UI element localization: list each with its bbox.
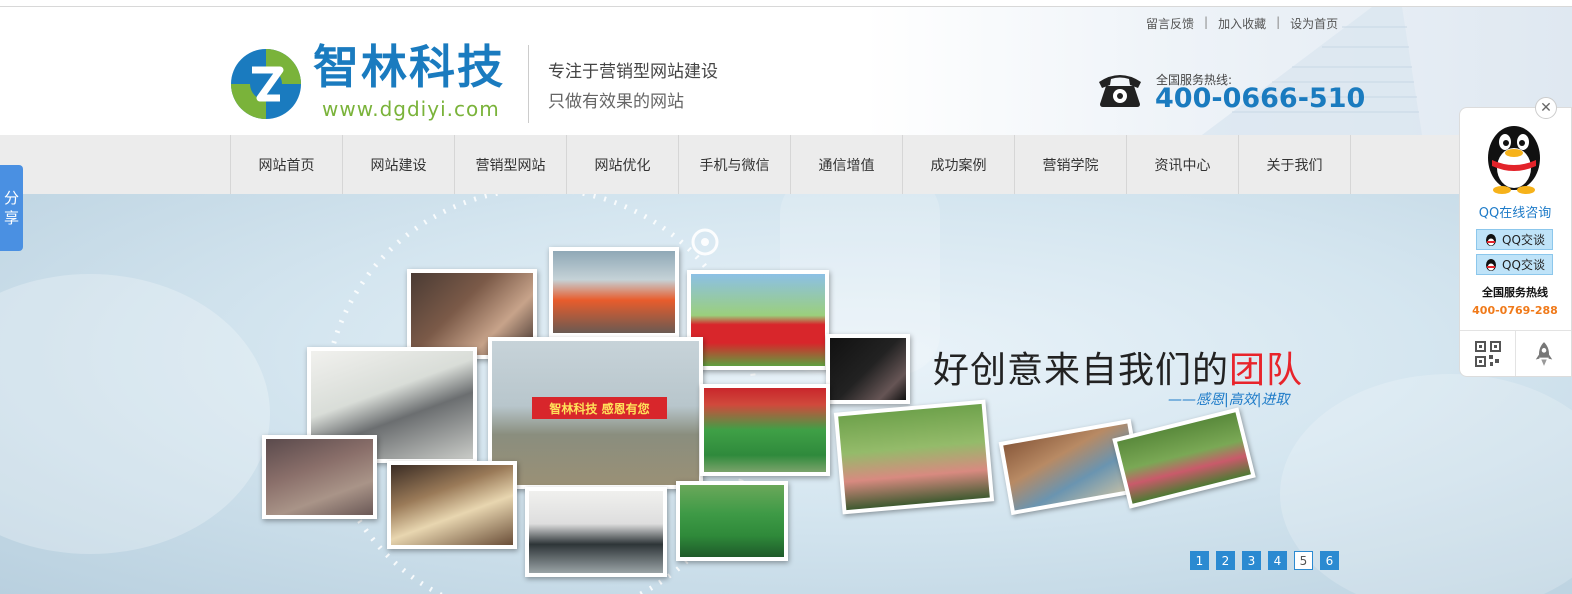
rocket-icon [1535,341,1552,366]
qq-mini-icon [1486,258,1497,271]
nav-item-marketing-site[interactable]: 营销型网站 [455,135,567,194]
feedback-link[interactable]: 留言反馈 [1146,15,1194,32]
logo-title[interactable]: 智林科技 [313,44,505,90]
team-photo [262,435,377,519]
qq-chat-button[interactable]: QQ交谈 [1476,229,1553,250]
qr-code-button[interactable] [1460,331,1516,376]
qq-hotline-number: 400-0769-288 [1472,304,1558,317]
banner-subline: ——感恩|高效|进取 [1168,392,1290,408]
nav-item-mobile-wechat[interactable]: 手机与微信 [679,135,791,194]
logo-mark-icon[interactable] [230,48,302,120]
team-photo [549,247,679,337]
qr-code-icon [1474,340,1501,367]
pager-button-3[interactable]: 3 [1242,551,1261,570]
back-to-top-button[interactable] [1516,331,1571,376]
team-photo [676,481,788,561]
slogan-line-2: 只做有效果的网站 [548,92,684,112]
add-favorite-link[interactable]: 加入收藏 [1218,15,1266,32]
nav-item-academy[interactable]: 营销学院 [1015,135,1127,194]
pager-button-2[interactable]: 2 [1216,551,1235,570]
nav-item-home[interactable]: 网站首页 [231,135,343,194]
share-tab[interactable]: 分 享 [0,165,23,251]
qq-hotline-label: 全国服务热线 [1482,286,1548,299]
team-photo-featured: 智林科技 感恩有您 [488,337,703,489]
qq-chat-button[interactable]: QQ交谈 [1476,254,1553,275]
qq-chat-label: QQ交谈 [1502,258,1545,272]
nav-item-about[interactable]: 关于我们 [1239,135,1351,194]
phone-icon [1099,75,1141,107]
hotline-number: 400-0666-510 [1155,83,1366,114]
team-photo [833,399,995,515]
nav-item-news[interactable]: 资讯中心 [1127,135,1239,194]
pager-button-4[interactable]: 4 [1268,551,1287,570]
close-icon[interactable]: ✕ [1535,97,1557,119]
top-links: 留言反馈 | 加入收藏 | 设为首页 [1146,15,1338,32]
headline-text: 好创意来自我们的 [933,350,1230,391]
site-header: 留言反馈 | 加入收藏 | 设为首页 智林科技 www.dgdiyi.com 专… [0,7,1572,135]
team-banner-flag: 智林科技 感恩有您 [532,397,667,419]
qq-mini-icon [1486,233,1497,246]
team-photo [525,487,667,577]
qq-bottom-tools [1460,330,1571,376]
qq-float-panel: QQ在线咨询 QQ交谈 QQ交谈 全国服务热线 400-0769-288 [1459,107,1572,377]
slide-pager: 1 2 3 4 5 6 [1190,551,1339,570]
nav-item-seo[interactable]: 网站优化 [567,135,679,194]
logo-url: www.dgdiyi.com [322,97,500,121]
main-nav: 网站首页 网站建设 营销型网站 网站优化 手机与微信 通信增值 成功案例 营销学… [0,135,1572,194]
pager-button-6[interactable]: 6 [1320,551,1339,570]
link-separator: | [1276,15,1281,29]
top-border [0,0,1572,7]
nav-item-website-building[interactable]: 网站建设 [343,135,455,194]
share-label-1: 分 [3,189,19,207]
banner-headline: 好创意来自我们的团队 [933,341,1303,393]
nav-item-cases[interactable]: 成功案例 [903,135,1015,194]
team-photo [826,334,910,404]
team-photo [700,384,830,476]
qq-chat-label: QQ交谈 [1502,233,1545,247]
headline-highlight: 团队 [1229,350,1304,391]
pager-button-5-active[interactable]: 5 [1294,551,1313,570]
qq-title[interactable]: QQ在线咨询 [1460,202,1570,221]
hero-banner[interactable]: 智林科技 感恩有您 好创意来自我们的团队 ——感恩|高效|进取 1 2 3 4 … [0,194,1572,594]
qq-penguin-icon[interactable] [1480,118,1548,194]
divider [528,45,529,123]
team-photo [387,461,517,549]
slogan-line-1: 专注于营销型网站建设 [548,62,718,82]
link-separator: | [1204,15,1209,29]
set-homepage-link[interactable]: 设为首页 [1290,15,1338,32]
team-photo [687,270,829,370]
nav-item-telecom[interactable]: 通信增值 [791,135,903,194]
pager-button-1[interactable]: 1 [1190,551,1209,570]
share-label-2: 享 [3,209,19,227]
